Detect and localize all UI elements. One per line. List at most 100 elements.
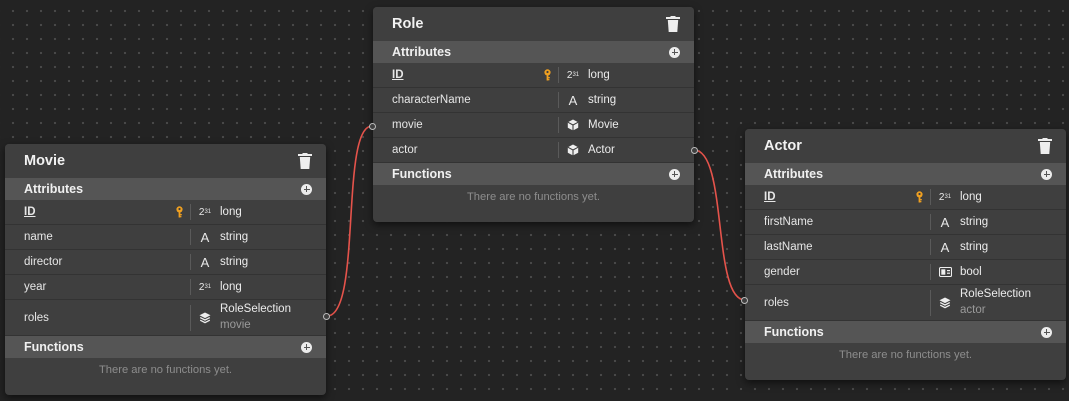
attribute-name: characterName (392, 94, 471, 106)
primary-key-name: ID (24, 206, 36, 218)
key-icon (175, 206, 184, 218)
primary-key-name: ID (764, 191, 776, 203)
attribute-row[interactable]: roles RoleSelection movie (5, 300, 326, 336)
add-function-icon[interactable] (669, 168, 680, 180)
attribute-type: Actor (588, 144, 615, 156)
text-icon: A (200, 229, 210, 245)
attribute-type: long (220, 281, 242, 293)
attribute-name: actor (392, 144, 418, 156)
key-icon (915, 191, 924, 203)
add-attribute-icon[interactable] (669, 46, 680, 58)
attribute-type-cell[interactable]: Astring (190, 229, 248, 245)
number-icon: 2 31 (938, 191, 952, 203)
attribute-name-cell: ID (745, 191, 930, 203)
primary-key-name: ID (392, 69, 404, 81)
attribute-name-cell: year (5, 281, 190, 293)
attribute-name-cell: roles (745, 297, 930, 309)
attribute-row[interactable]: firstName Astring (745, 210, 1066, 235)
add-attribute-icon[interactable] (1041, 168, 1052, 180)
trash-icon[interactable] (1038, 138, 1052, 154)
functions-label: Functions (764, 325, 824, 339)
attribute-type-cell[interactable]: Movie (558, 117, 619, 133)
attribute-row[interactable]: gender bool (745, 260, 1066, 285)
entity-header[interactable]: Movie (5, 144, 326, 178)
attribute-name-cell: actor (373, 144, 558, 156)
attribute-type-cell[interactable]: Astring (930, 214, 988, 230)
attribute-name: gender (764, 266, 800, 278)
attribute-type-cell[interactable]: Astring (930, 239, 988, 255)
port-role-movie[interactable] (369, 123, 376, 130)
attribute-type: long (220, 206, 242, 218)
attribute-type: RoleSelection (960, 287, 1031, 300)
entity-header[interactable]: Role (373, 7, 694, 41)
attribute-row[interactable]: year 2 31 long (5, 275, 326, 300)
trash-icon[interactable] (298, 153, 312, 169)
attribute-type: string (220, 231, 249, 243)
attribute-name: name (24, 231, 53, 243)
cube-icon (566, 119, 580, 131)
attribute-row[interactable]: ID 2 31 long (745, 185, 1066, 210)
attribute-row[interactable]: lastName Astring (745, 235, 1066, 260)
attribute-name-cell: name (5, 231, 190, 243)
functions-label: Functions (24, 340, 84, 354)
attribute-type-cell[interactable]: 2 31 long (558, 67, 610, 83)
attribute-type-cell[interactable]: bool (930, 264, 982, 280)
attribute-row[interactable]: roles RoleSelection actor (745, 285, 1066, 321)
entity-header[interactable]: Actor (745, 129, 1066, 163)
attribute-type-cell[interactable]: 2 31 long (190, 204, 242, 220)
attribute-name-cell: ID (5, 206, 190, 218)
entity-card-movie[interactable]: Movie Attributes ID 2 31 long name Astring dir… (5, 144, 326, 395)
attribute-name-cell: director (5, 256, 190, 268)
attributes-label: Attributes (392, 45, 452, 59)
number-icon: 2 31 (566, 69, 580, 81)
add-function-icon[interactable] (301, 341, 312, 353)
entity-card-actor[interactable]: Actor Attributes ID 2 31 long firstName Astri… (745, 129, 1066, 380)
attribute-type-cell[interactable]: 2 31 long (190, 279, 242, 295)
attribute-row[interactable]: director Astring (5, 250, 326, 275)
attribute-type: long (588, 69, 610, 81)
attribute-name-cell: firstName (745, 216, 930, 228)
attribute-row[interactable]: ID 2 31 long (5, 200, 326, 225)
attribute-name: roles (24, 311, 49, 324)
attribute-name-cell: movie (373, 119, 558, 131)
attribute-type-relation: movie (220, 318, 251, 331)
number-icon: 2 31 (198, 281, 212, 293)
attributes-label: Attributes (764, 167, 824, 181)
add-attribute-icon[interactable] (301, 183, 312, 195)
port-actor-roles[interactable] (741, 297, 748, 304)
cube-icon (566, 144, 580, 156)
attribute-type-cell[interactable]: Astring (190, 254, 248, 270)
functions-section-header: Functions (5, 336, 326, 358)
attribute-name: lastName (764, 241, 813, 253)
attribute-type-cell[interactable]: RoleSelection actor (930, 287, 1031, 316)
port-movie-roles[interactable] (323, 313, 330, 320)
attribute-row[interactable]: name Astring (5, 225, 326, 250)
trash-icon[interactable] (666, 16, 680, 32)
entity-title: Movie (24, 153, 66, 169)
port-role-actor[interactable] (691, 147, 698, 154)
attributes-label: Attributes (24, 182, 84, 196)
attribute-row[interactable]: movie Movie (373, 113, 694, 138)
attribute-row[interactable]: actor Actor (373, 138, 694, 163)
add-function-icon[interactable] (1041, 326, 1052, 338)
layers-icon (938, 297, 952, 309)
entity-card-role[interactable]: Role Attributes ID 2 31 long characterName As… (373, 7, 694, 222)
attribute-type: bool (960, 266, 982, 278)
attribute-type-cell[interactable]: Actor (558, 142, 615, 158)
entity-title: Role (392, 16, 424, 32)
attribute-name: director (24, 256, 63, 268)
attribute-type-cell[interactable]: 2 31 long (930, 189, 982, 205)
attribute-row[interactable]: characterName Astring (373, 88, 694, 113)
text-icon: A (568, 92, 578, 108)
no-functions-message: There are no functions yet. (745, 343, 1066, 367)
attribute-type-cell[interactable]: RoleSelection movie (190, 303, 291, 331)
functions-label: Functions (392, 167, 452, 181)
attribute-type: string (960, 241, 989, 253)
text-icon: A (940, 214, 950, 230)
attributes-section-header: Attributes (373, 41, 694, 63)
no-functions-message: There are no functions yet. (373, 185, 694, 209)
attribute-type-cell[interactable]: Astring (558, 92, 616, 108)
attribute-name: year (24, 281, 47, 293)
attributes-section-header: Attributes (745, 163, 1066, 185)
attribute-row[interactable]: ID 2 31 long (373, 63, 694, 88)
